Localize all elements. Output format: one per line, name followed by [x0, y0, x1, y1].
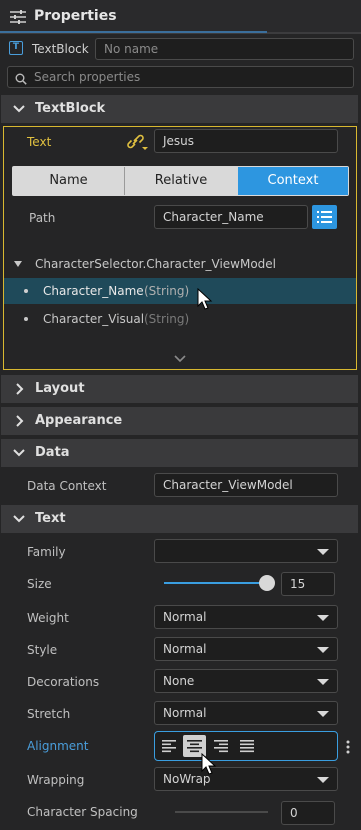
tab-context-label: Context [267, 173, 319, 188]
data-context-input[interactable]: Character_ViewModel [154, 473, 338, 497]
text-value: Jesus [163, 134, 195, 148]
stretch-label: Stretch [27, 707, 71, 721]
chevron-down-icon [13, 439, 25, 478]
tab-relative[interactable]: Relative [125, 167, 237, 195]
size-value: 15 [290, 577, 306, 591]
stretch-value: Normal [163, 706, 207, 720]
dropdown-arrow-icon [317, 679, 329, 685]
section-textblock[interactable]: TextBlock [1, 95, 358, 123]
search-placeholder: Search properties [34, 70, 141, 84]
wrapping-label: Wrapping [27, 773, 85, 787]
search-icon [15, 71, 27, 85]
alignment-label: Alignment [27, 739, 89, 753]
tree-item-type: (String) [144, 284, 190, 298]
section-appearance[interactable]: Appearance [1, 407, 358, 435]
panel-title: Properties [34, 8, 117, 24]
character-spacing-input[interactable]: 0 [281, 801, 335, 825]
search-input[interactable]: Search properties [7, 66, 354, 88]
section-layout[interactable]: Layout [1, 375, 358, 403]
chevron-down-icon [13, 505, 25, 544]
dropdown-arrow-icon [317, 549, 329, 555]
section-layout-label: Layout [35, 381, 85, 396]
style-dropdown[interactable]: Normal [154, 637, 338, 661]
tab-context[interactable]: Context [238, 167, 348, 195]
expand-more-icon[interactable] [173, 353, 187, 363]
size-slider-track[interactable] [164, 582, 268, 584]
tree-item[interactable]: Character_Visual (String) [4, 306, 356, 332]
style-value: Normal [163, 642, 207, 656]
tree-item-name: Character_Name [43, 284, 144, 298]
decorations-label: Decorations [27, 675, 100, 689]
align-justify-icon[interactable] [239, 738, 255, 754]
family-dropdown[interactable] [154, 539, 338, 563]
bullet-icon [24, 317, 28, 321]
character-spacing-value: 0 [290, 806, 298, 820]
size-label: Size [27, 577, 52, 591]
size-slider-thumb[interactable] [259, 575, 275, 591]
tree-expand-icon[interactable] [14, 261, 22, 267]
tree-item-name: Character_Visual [43, 312, 145, 326]
dropdown-arrow-icon [317, 777, 329, 783]
data-context-label: Data Context [27, 479, 107, 493]
object-name-input[interactable]: No name [95, 38, 354, 60]
section-text[interactable]: Text [1, 505, 358, 533]
object-name-placeholder: No name [104, 42, 159, 56]
section-appearance-label: Appearance [35, 413, 123, 428]
tab-name-label: Name [49, 173, 88, 188]
panel-header: Properties [0, 0, 361, 34]
family-label: Family [27, 545, 66, 559]
dropdown-arrow-icon [317, 647, 329, 653]
mouse-cursor-icon [201, 752, 217, 777]
mouse-cursor-icon [197, 287, 213, 312]
section-data[interactable]: Data [1, 439, 358, 467]
decorations-value: None [163, 674, 195, 688]
data-context-value: Character_ViewModel [163, 478, 293, 492]
wrapping-dropdown[interactable]: NoWrap [154, 767, 338, 791]
align-left-icon[interactable] [161, 738, 177, 754]
link-binding-icon[interactable] [127, 134, 149, 152]
section-data-label: Data [35, 445, 70, 460]
sliders-icon [9, 9, 27, 25]
tree-item-selected[interactable]: Character_Name (String) [4, 278, 356, 304]
stretch-dropdown[interactable]: Normal [154, 701, 338, 725]
character-spacing-label: Character Spacing [27, 805, 138, 819]
binding-editor: Text Jesus Name Relative Context Path Ch… [3, 126, 357, 370]
decorations-dropdown[interactable]: None [154, 669, 338, 693]
dropdown-arrow-icon [317, 711, 329, 717]
bullet-icon [24, 289, 28, 293]
tree-root[interactable]: CharacterSelector.Character_ViewModel [35, 257, 276, 271]
list-icon[interactable] [312, 205, 337, 229]
weight-label: Weight [27, 611, 69, 625]
weight-value: Normal [163, 610, 207, 624]
tree-item-type: (String) [144, 312, 190, 326]
section-text-label: Text [35, 511, 66, 526]
spacing-slider-track[interactable] [175, 811, 268, 813]
path-value: Character_Name [163, 210, 264, 224]
path-label: Path [29, 211, 56, 225]
text-property-label: Text [27, 135, 52, 149]
style-label: Style [27, 643, 58, 657]
align-right-icon[interactable] [213, 738, 229, 754]
tab-relative-label: Relative [154, 173, 208, 188]
weight-dropdown[interactable]: Normal [154, 605, 338, 629]
object-type-label: TextBlock [32, 42, 89, 56]
dropdown-arrow-icon [317, 615, 329, 621]
section-textblock-label: TextBlock [35, 101, 106, 116]
textblock-type-icon: T [9, 41, 23, 55]
size-input[interactable]: 15 [281, 572, 335, 596]
more-options-icon[interactable] [345, 739, 351, 755]
tab-name[interactable]: Name [13, 167, 124, 195]
alignment-group [154, 731, 338, 761]
path-input[interactable]: Character_Name [154, 205, 308, 229]
text-value-input[interactable]: Jesus [154, 129, 338, 153]
title-underline [0, 31, 267, 33]
